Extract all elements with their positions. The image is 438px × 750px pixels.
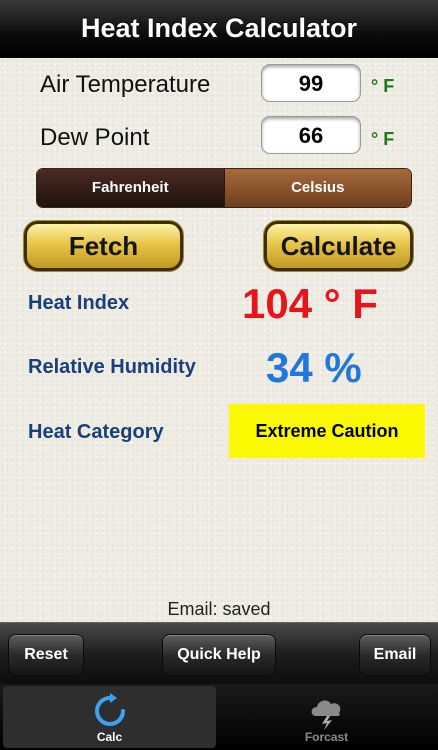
fahrenheit-segment[interactable]: Fahrenheit [37, 169, 224, 207]
air-temperature-label: Air Temperature [40, 71, 211, 98]
email-button[interactable]: Email [359, 634, 431, 676]
calculate-button[interactable]: Calculate [264, 221, 413, 271]
tab-forcast[interactable]: Forcast [220, 686, 433, 748]
heat-category-label: Heat Category [28, 421, 164, 443]
title-bar: Heat Index Calculator [0, 0, 438, 59]
dew-point-label: Dew Point [40, 124, 150, 151]
relative-humidity-value: 34 % [266, 344, 362, 391]
relative-humidity-label: Relative Humidity [28, 356, 196, 378]
dew-point-unit: ° F [371, 129, 395, 149]
refresh-icon [94, 693, 125, 726]
heat-index-value: 104 ° F [242, 280, 378, 327]
storm-cloud-icon [311, 700, 340, 730]
air-temperature-unit: ° F [371, 76, 395, 96]
status-text: Email: saved [167, 599, 271, 619]
tab-bar: Calc Forcast [0, 684, 438, 750]
action-toolbar: Reset Quick Help Email [0, 622, 438, 685]
heat-category-value: Extreme Caution [229, 404, 425, 458]
tab-calc[interactable]: Calc [3, 686, 216, 748]
page-title: Heat Index Calculator [80, 13, 358, 43]
air-temperature-field[interactable]: 99 [261, 64, 361, 102]
quick-help-button[interactable]: Quick Help [162, 634, 276, 676]
unit-toggle: Fahrenheit Celsius [36, 168, 412, 208]
tab-calc-label: Calc [96, 730, 123, 744]
dew-point-field[interactable]: 66 [261, 116, 361, 154]
fetch-button[interactable]: Fetch [24, 221, 183, 271]
reset-button[interactable]: Reset [8, 634, 84, 676]
tab-forcast-label: Forcast [304, 730, 349, 744]
app-window: Heat Index Calculator Air Temperature 99… [0, 0, 438, 750]
heat-index-label: Heat Index [28, 292, 130, 314]
main-content: Air Temperature 99 ° F Dew Point 66 ° F … [0, 58, 438, 622]
celsius-segment[interactable]: Celsius [223, 169, 411, 207]
